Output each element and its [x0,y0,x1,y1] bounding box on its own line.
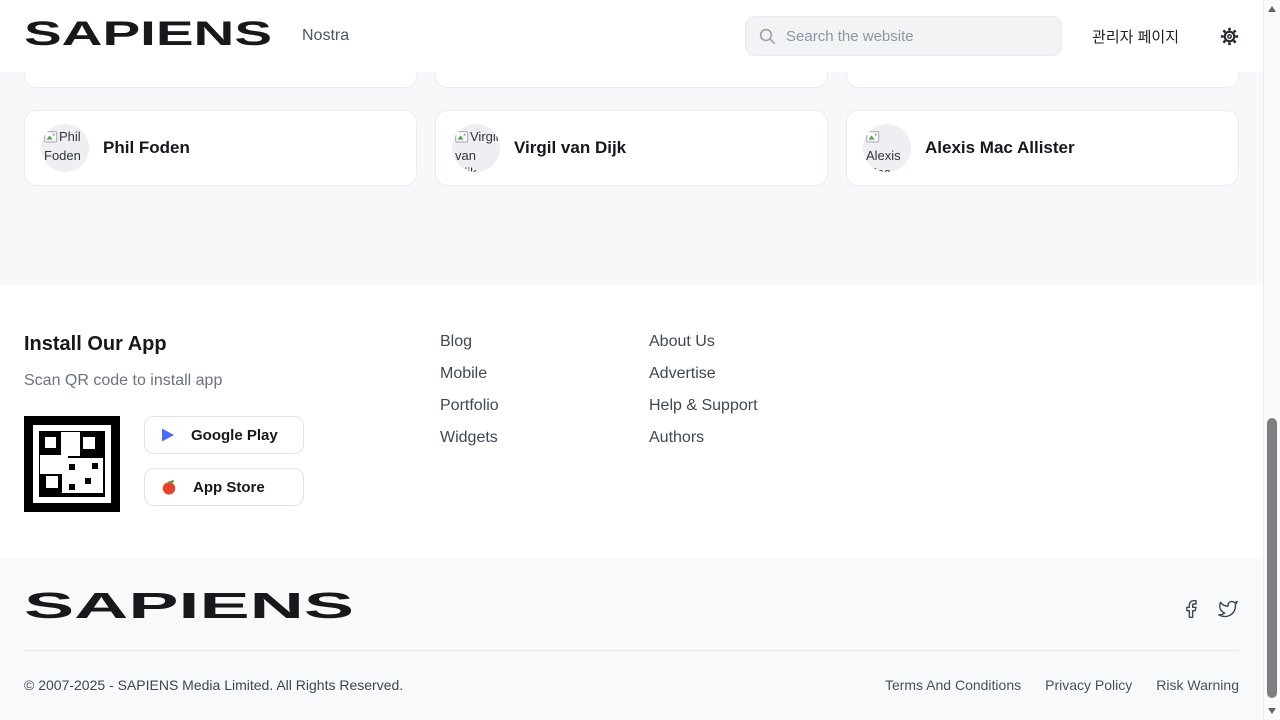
install-app-title: Install Our App [24,333,440,356]
footer-link-advertise[interactable]: Advertise [649,366,858,382]
footer-main: Install Our App Scan QR code to install … [0,285,1263,558]
scroll-down-arrow-icon[interactable] [1268,708,1276,714]
footer-link-portfolio[interactable]: Portfolio [440,398,649,414]
footer-links-column-1: Blog Mobile Portfolio Widgets [440,333,649,558]
partial-card-row [24,72,1239,88]
broken-image-icon [455,130,469,147]
footer-link-about-us[interactable]: About Us [649,334,858,350]
search-icon [758,27,776,45]
broken-image-icon [866,130,880,147]
player-name: Virgil van Dijk [514,138,626,158]
avatar: Phil Foden [41,124,89,172]
twitter-icon [1217,599,1239,619]
footer-divider [24,650,1239,651]
partial-card[interactable] [24,72,417,88]
qr-code [24,416,120,517]
scrollbar-thumb[interactable] [1267,418,1277,698]
app-store-label: App Store [193,479,265,496]
footer-link-blog[interactable]: Blog [440,334,649,350]
footer-links-column-2: About Us Advertise Help & Support Author… [649,333,858,558]
install-app-section: Install Our App Scan QR code to install … [24,333,440,558]
sapiens-logo-graphic: SAPIENS [24,588,356,624]
page: SAPIENS Nostra 관리자 페이지 [0,0,1263,720]
search-box[interactable] [745,16,1062,56]
content-area: Phil Foden Phil Foden Virgil van Dijk Vi… [0,72,1263,285]
footer-link-mobile[interactable]: Mobile [440,366,649,382]
footer-link-widgets[interactable]: Widgets [440,430,649,446]
privacy-policy-link[interactable]: Privacy Policy [1045,677,1132,693]
vertical-scrollbar[interactable] [1263,0,1280,720]
partial-card[interactable] [435,72,828,88]
footer-logo[interactable]: SAPIENS [24,588,356,629]
google-play-label: Google Play [191,427,278,444]
facebook-button[interactable] [1181,599,1201,619]
sapiens-logo-graphic: SAPIENS [24,17,274,51]
player-card-virgil-van-dijk[interactable]: Virgil van Dijk Virgil van Dijk [435,110,828,186]
twitter-button[interactable] [1217,599,1239,619]
player-name: Alexis Mac Allister [925,138,1075,158]
player-name: Phil Foden [103,138,190,158]
install-app-subtitle: Scan QR code to install app [24,372,440,390]
nav-item-nostra[interactable]: Nostra [302,27,349,45]
copyright-text: © 2007-2025 - SAPIENS Media Limited. All… [24,677,403,693]
logo-wordmark: SAPIENS [24,588,354,624]
facebook-icon [1181,599,1201,619]
partial-card[interactable] [846,72,1239,88]
avatar-alt-text: Alexis Mac Allister [866,148,905,172]
footer-link-help-support[interactable]: Help & Support [649,398,858,414]
logo-wordmark: SAPIENS [24,17,272,51]
google-play-button[interactable]: Google Play [144,416,304,454]
scroll-up-arrow-icon[interactable] [1268,6,1276,12]
header-logo[interactable]: SAPIENS [24,17,274,56]
player-card-phil-foden[interactable]: Phil Foden Phil Foden [24,110,417,186]
settings-button[interactable] [1219,26,1239,46]
avatar: Virgil van Dijk [452,124,500,172]
risk-warning-link[interactable]: Risk Warning [1156,677,1239,693]
broken-image-icon [44,130,58,147]
google-play-icon [161,428,175,442]
terms-link[interactable]: Terms And Conditions [885,677,1021,693]
admin-page-link[interactable]: 관리자 페이지 [1092,26,1179,47]
footer-link-authors[interactable]: Authors [649,430,858,446]
search-input[interactable] [786,28,1049,45]
avatar: Alexis Mac Allister [863,124,911,172]
apple-icon [161,479,177,495]
footer-bottom: SAPIENS © 2007-2025 - SAPIENS Media Limi… [0,558,1263,720]
app-store-button[interactable]: App Store [144,468,304,506]
header: SAPIENS Nostra 관리자 페이지 [0,0,1263,72]
player-card-alexis-mac-allister[interactable]: Alexis Mac Allister Alexis Mac Allister [846,110,1239,186]
gear-icon [1220,27,1239,46]
player-card-row: Phil Foden Phil Foden Virgil van Dijk Vi… [24,110,1239,186]
